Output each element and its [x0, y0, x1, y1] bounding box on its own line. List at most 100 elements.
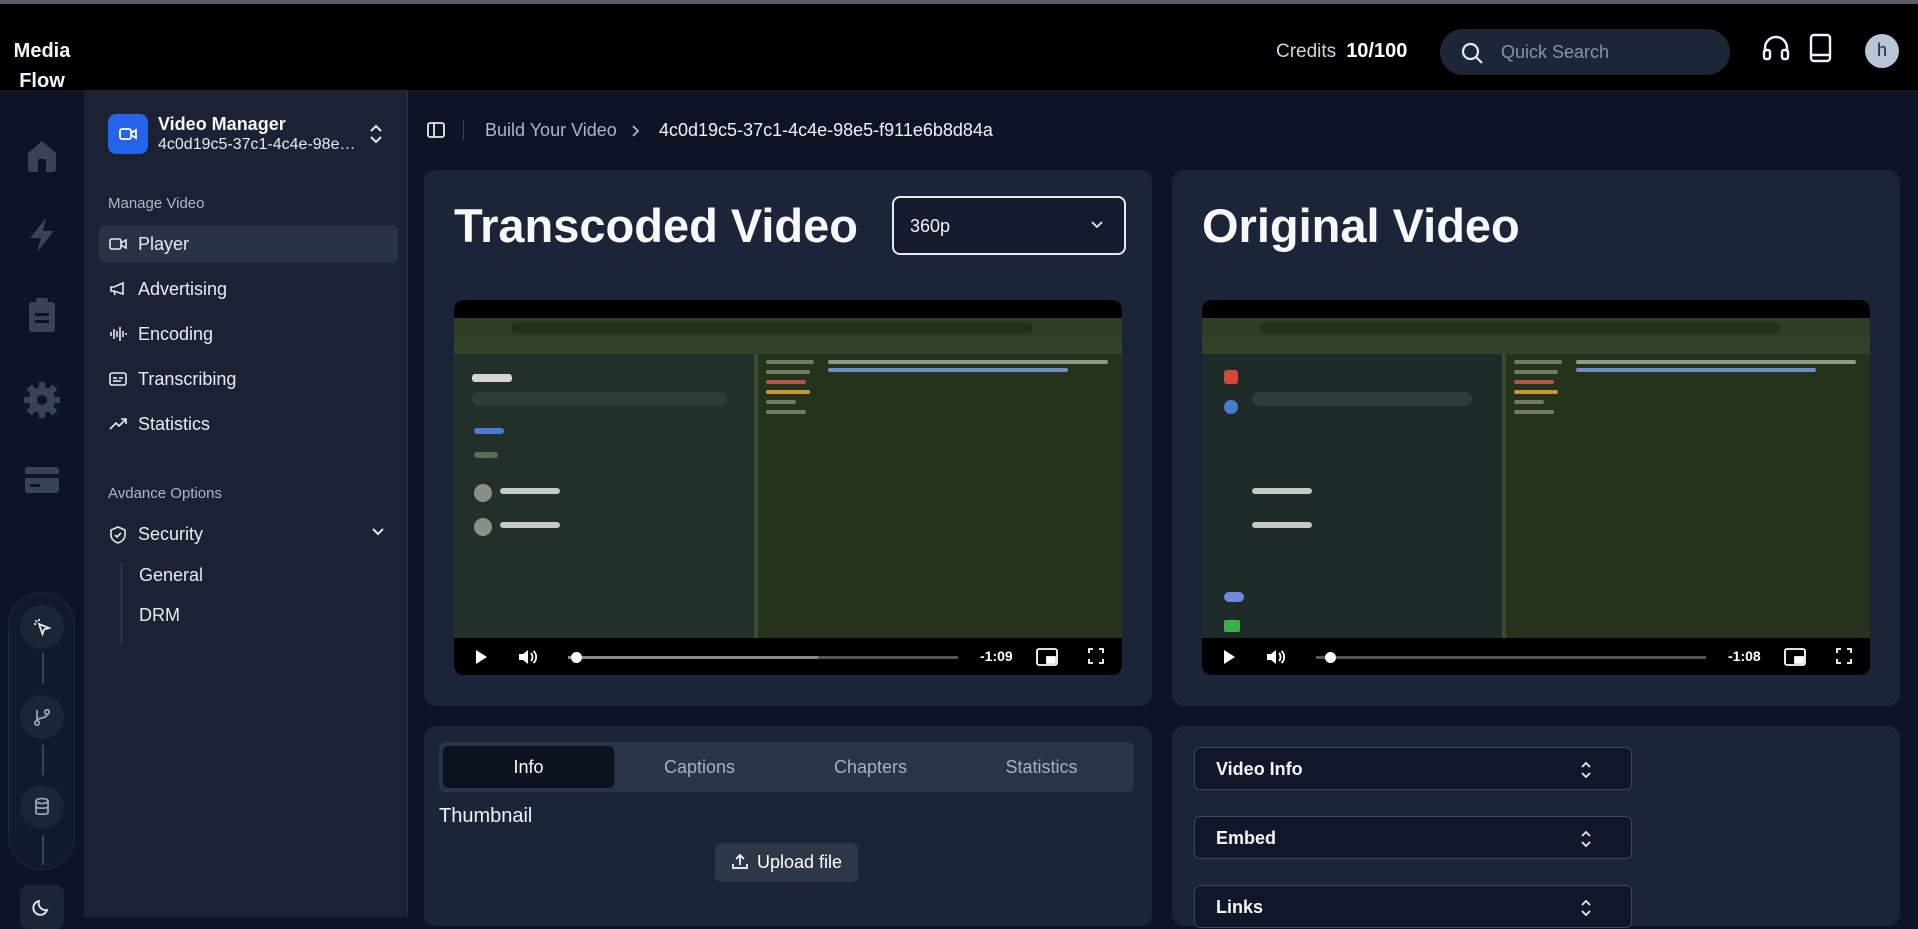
brand-logo[interactable]: Media Flow — [0, 36, 84, 96]
video-controls: -1:09 — [454, 638, 1122, 675]
sidebar-item-encoding[interactable]: Encoding — [99, 315, 398, 353]
credits-display: Credits 10/100 — [1276, 40, 1407, 63]
accordion-label: Video Info — [1216, 759, 1303, 779]
video-manager-logo — [108, 114, 148, 154]
sidebar-item-label: Statistics — [138, 414, 211, 434]
progress-thumb[interactable] — [570, 652, 582, 663]
chevron-right-icon — [632, 125, 640, 137]
tab-info[interactable]: Info — [443, 746, 614, 788]
video-frame — [454, 318, 1122, 638]
database-tool-button[interactable] — [20, 785, 64, 829]
accordion-label: Embed — [1216, 828, 1277, 848]
progress-thumb[interactable] — [1324, 652, 1336, 663]
sidebar-item-player[interactable]: Player — [99, 225, 398, 263]
icon-rail — [0, 90, 84, 929]
volume-icon[interactable] — [518, 648, 538, 666]
app-switcher-subtitle[interactable]: 4c0d19c5-37c1-4c4e-98e5-f911e6b8d84a — [158, 136, 358, 154]
sidebar-item-label: Encoding — [138, 324, 214, 344]
home-icon[interactable] — [22, 135, 62, 175]
book-icon[interactable] — [1804, 32, 1836, 64]
tab-statistics[interactable]: Statistics — [956, 746, 1127, 788]
tab-chapters[interactable]: Chapters — [785, 746, 956, 788]
original-video-title: Original Video — [1202, 199, 1520, 252]
credits-value: 10/100 — [1346, 40, 1408, 62]
section-manage-video: Manage Video — [108, 195, 205, 212]
lightning-icon[interactable] — [22, 215, 62, 255]
info-tabs: Info Captions Chapters Statistics — [439, 742, 1134, 792]
play-icon[interactable] — [474, 649, 488, 665]
workflow-tools — [8, 592, 75, 870]
credit-card-icon[interactable] — [22, 460, 62, 500]
play-icon[interactable] — [1222, 649, 1236, 665]
sidebar-subitem-general[interactable]: General — [139, 565, 203, 586]
original-video-player[interactable]: -1:08 — [1202, 300, 1870, 675]
breadcrumb-current: 4c0d19c5-37c1-4c4e-98e5-f911e6b8d84a — [659, 120, 993, 140]
sidebar-item-security[interactable]: Security — [99, 515, 398, 553]
top-bar: Media Flow Credits 10/100 Quick Search h — [0, 4, 1918, 92]
chevron-down-icon — [372, 528, 384, 536]
picture-in-picture-icon[interactable] — [1784, 648, 1806, 666]
picture-in-picture-icon[interactable] — [1036, 648, 1058, 666]
search-placeholder: Quick Search — [1501, 42, 1610, 62]
credits-label: Credits — [1276, 41, 1337, 62]
fullscreen-icon[interactable] — [1836, 648, 1852, 664]
cursor-click-icon — [34, 619, 52, 637]
resolution-select[interactable]: 360p — [892, 196, 1126, 255]
sidebar-item-label: Advertising — [138, 279, 228, 299]
shield-check-icon — [110, 526, 126, 544]
chevrons-up-down-icon — [1581, 761, 1591, 779]
sidebar-item-statistics[interactable]: Statistics — [99, 405, 398, 443]
brand-line-1: Media — [13, 40, 71, 62]
accordion-label: Links — [1216, 897, 1264, 917]
sidebar: Video Manager 4c0d19c5-37c1-4c4e-98e5-f9… — [84, 90, 408, 917]
audio-wave-icon — [110, 327, 127, 341]
time-remaining: -1:09 — [980, 648, 1013, 664]
breadcrumb-parent[interactable]: Build Your Video — [485, 120, 617, 141]
video-frame — [1202, 318, 1870, 638]
accordion-links[interactable]: Links — [1194, 885, 1632, 928]
breadcrumb-divider — [463, 120, 464, 140]
sidebar-toggle-icon[interactable] — [426, 120, 446, 140]
headphones-icon[interactable] — [1760, 32, 1792, 64]
connector-line — [42, 745, 44, 775]
transcoded-video-title: Transcoded Video — [454, 199, 858, 252]
volume-icon[interactable] — [1266, 648, 1286, 666]
chevrons-up-down-icon — [1581, 830, 1591, 848]
moon-icon — [32, 899, 49, 916]
section-advanced-options: Avdance Options — [108, 485, 222, 502]
progress-track[interactable] — [1316, 656, 1706, 659]
clipboard-icon[interactable] — [22, 295, 62, 335]
breadcrumb: Build Your Video 4c0d19c5-37c1-4c4e-98e5… — [409, 90, 1918, 170]
transcoded-video-player[interactable]: -1:09 — [454, 300, 1122, 675]
tab-captions[interactable]: Captions — [614, 746, 785, 788]
app-switcher-title[interactable]: Video Manager — [158, 114, 286, 135]
video-camera-icon — [119, 128, 137, 140]
sidebar-item-label: Security — [138, 524, 204, 544]
chevron-down-icon — [1091, 221, 1103, 229]
quick-search-input[interactable]: Quick Search — [1440, 29, 1730, 75]
connector-line — [42, 835, 44, 865]
select-tool-button[interactable] — [20, 605, 64, 649]
user-avatar[interactable]: h — [1865, 34, 1899, 68]
upload-file-label: Upload file — [757, 852, 843, 872]
database-icon — [35, 797, 49, 816]
trend-up-icon — [109, 418, 127, 430]
accordion-embed[interactable]: Embed — [1194, 816, 1632, 859]
video-controls: -1:08 — [1202, 638, 1870, 675]
search-icon — [1461, 42, 1483, 64]
submenu-line — [121, 562, 122, 644]
upload-file-button[interactable]: Upload file — [715, 843, 858, 882]
theme-toggle-button[interactable] — [20, 885, 64, 929]
progress-track[interactable] — [568, 656, 958, 659]
chevrons-up-down-icon[interactable] — [368, 123, 384, 145]
gear-icon[interactable] — [22, 380, 62, 420]
branch-tool-button[interactable] — [20, 695, 64, 739]
sidebar-item-transcribing[interactable]: Transcribing — [99, 360, 398, 398]
video-icon — [109, 238, 127, 250]
sidebar-item-label: Transcribing — [138, 369, 237, 389]
upload-icon — [732, 853, 748, 869]
sidebar-subitem-drm[interactable]: DRM — [139, 605, 180, 626]
accordion-video-info[interactable]: Video Info — [1194, 747, 1632, 790]
sidebar-item-advertising[interactable]: Advertising — [99, 270, 398, 308]
fullscreen-icon[interactable] — [1088, 648, 1104, 664]
